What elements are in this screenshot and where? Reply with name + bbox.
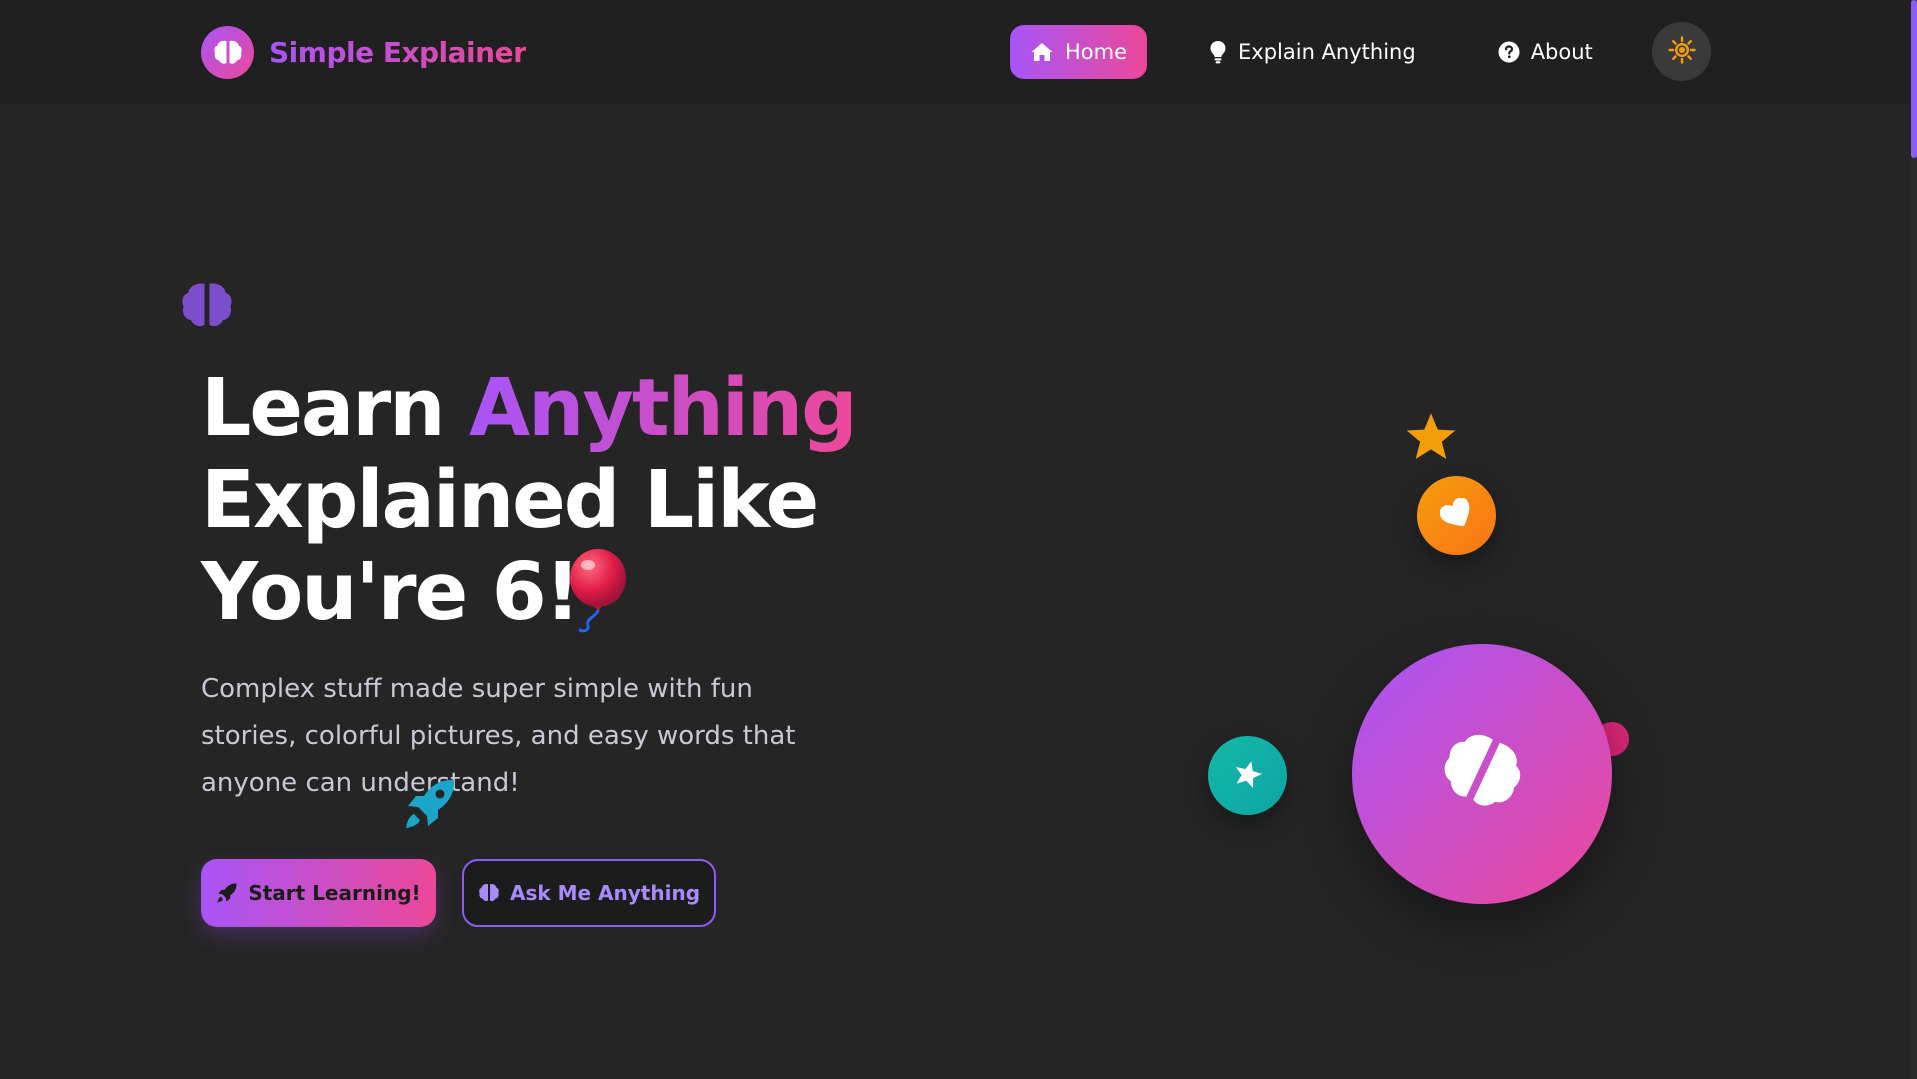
scrollbar-track[interactable] xyxy=(1911,0,1917,1079)
nav-item-about[interactable]: About xyxy=(1478,25,1613,79)
sun-icon xyxy=(1667,35,1696,68)
heart-bubble xyxy=(1417,476,1496,555)
brain-icon xyxy=(478,883,500,903)
star-bubble xyxy=(1208,736,1287,815)
brand-name: Simple Explainer xyxy=(269,35,527,69)
nav-item-label: Home xyxy=(1065,40,1128,64)
brain-icon xyxy=(180,281,234,335)
navbar: Simple Explainer Home Explain Anything A… xyxy=(0,0,1917,104)
hero-subtitle: Complex stuff made super simple with fun… xyxy=(201,674,796,798)
hero-title-word: Learn xyxy=(201,362,445,454)
scrollbar-thumb[interactable] xyxy=(1911,0,1917,158)
nav-item-home[interactable]: Home xyxy=(1010,25,1148,79)
hero-title-line: Explained Like xyxy=(201,454,819,546)
hero-title-highlight: Anything xyxy=(468,362,858,454)
home-icon xyxy=(1030,41,1054,63)
rocket-icon xyxy=(216,882,238,904)
lightbulb-icon xyxy=(1209,40,1227,64)
brain-icon xyxy=(1441,734,1523,814)
hero-title-line: You're 6! xyxy=(201,546,581,638)
question-circle-icon xyxy=(1498,41,1520,63)
rocket-icon xyxy=(402,776,458,836)
main-nav: Home Explain Anything About xyxy=(1010,25,1613,79)
theme-toggle-button[interactable] xyxy=(1652,22,1711,81)
hero-brain-circle xyxy=(1352,644,1612,904)
nav-item-label: Explain Anything xyxy=(1238,40,1416,64)
nav-item-explain-anything[interactable]: Explain Anything xyxy=(1189,25,1436,79)
star-icon xyxy=(1404,411,1458,467)
ask-me-anything-button[interactable]: Ask Me Anything xyxy=(462,859,716,927)
star-icon xyxy=(1233,759,1263,793)
balloon-icon xyxy=(558,548,630,640)
brain-icon xyxy=(201,25,254,79)
heart-icon xyxy=(1439,496,1474,534)
start-learning-button[interactable]: Start Learning! xyxy=(201,859,436,927)
start-learning-label: Start Learning! xyxy=(248,881,421,905)
nav-item-label: About xyxy=(1530,40,1593,64)
ask-me-anything-label: Ask Me Anything xyxy=(509,881,701,905)
brand-link[interactable]: Simple Explainer xyxy=(201,25,527,79)
